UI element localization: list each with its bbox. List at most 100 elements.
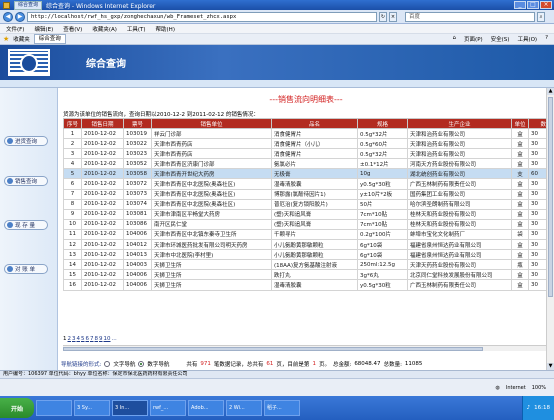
- close-icon[interactable]: ×: [540, 1, 552, 9]
- page-link[interactable]: 1: [63, 336, 67, 342]
- page-link[interactable]: 3: [72, 336, 76, 342]
- scrollbar-thumb[interactable]: [548, 97, 553, 297]
- page-link[interactable]: 8: [95, 336, 99, 342]
- table-row[interactable]: 14 2010-12-02 104003 天狮卫生所 (18AA)复方氨基酸注射液 250…: [63, 259, 554, 271]
- main-content: ---销售流向明细表--- 货源为该单位的销售流向，查询日期以2010-12-2…: [58, 88, 554, 370]
- refresh-icon[interactable]: ↻: [379, 11, 387, 22]
- maximize-icon[interactable]: □: [527, 1, 539, 9]
- table-cell: 103073: [123, 188, 152, 200]
- total-qty-label: 总数量:: [383, 362, 402, 368]
- back-icon[interactable]: ◀: [3, 11, 13, 22]
- tool-safety[interactable]: 安全(S): [491, 35, 510, 43]
- table-cell: 12: [63, 239, 82, 251]
- table-row[interactable]: 16 2010-12-02 104006 天狮卫生所 湿毒清胶囊 y0.5g*30粒 广西玉…: [63, 279, 554, 291]
- vertical-scrollbar[interactable]: ▲ ▼: [546, 88, 554, 370]
- browser-tab[interactable]: 综合查询: [33, 34, 66, 44]
- page-link[interactable]: 10: [104, 336, 111, 342]
- taskbar-item[interactable]: 2 Wi...: [226, 400, 262, 416]
- minimize-icon[interactable]: _: [514, 1, 526, 9]
- page-link[interactable]: 6: [86, 336, 90, 342]
- menu-file[interactable]: 文件(F): [6, 25, 24, 33]
- scroll-down-icon[interactable]: ▼: [547, 363, 554, 370]
- table-row[interactable]: 13 2010-12-02 104013 天津市中北医院(李村里) 小儿氨酚黄那敏颗粒 6…: [63, 249, 554, 261]
- radio-numeric-nav-label[interactable]: 数字导航: [147, 360, 169, 368]
- zoom-level[interactable]: 100%: [532, 385, 554, 391]
- table-row[interactable]: 10 2010-12-02 103086 南开区民仁堂 (塑)天和追风膏 7cm*10贴桂…: [63, 218, 554, 230]
- sidebar-item-statement[interactable]: 对 账 单: [4, 264, 48, 274]
- browser-status-bar: ◍ Internet 100%: [0, 378, 554, 396]
- search-icon[interactable]: ⌕: [537, 11, 545, 22]
- radio-text-nav[interactable]: [104, 361, 111, 367]
- stop-icon[interactable]: ×: [389, 11, 397, 22]
- favorites-bar: ★ 收藏夹 综合查询 ⌂ 页面(P) 安全(S) 工具(O) ?: [0, 34, 554, 45]
- help-icon[interactable]: ?: [545, 35, 548, 43]
- table-cell: 2010-12-02: [81, 208, 124, 220]
- table-cell: 2010-12-02: [81, 158, 124, 170]
- radio-numeric-nav[interactable]: [138, 361, 145, 367]
- page-more-link[interactable]: ...: [112, 336, 117, 342]
- radio-text-nav-label[interactable]: 文字导航: [113, 360, 135, 368]
- table-cell: 消食健胃片: [271, 127, 358, 140]
- summary-prefix: 共有: [186, 362, 198, 368]
- taskbar-item[interactable]: 稻子...: [264, 400, 300, 416]
- system-tray: ♪ 16:18: [521, 396, 554, 420]
- taskbar-item[interactable]: 3 In...: [112, 400, 148, 416]
- menu-tools[interactable]: 工具(T): [127, 25, 146, 33]
- tool-page[interactable]: 页面(P): [464, 35, 483, 43]
- table-row[interactable]: 4 2010-12-02 103052 天津市西青区济康门诊部 氨氯必片 ±0.1*12片…: [63, 158, 554, 170]
- table-cell: 10: [63, 218, 82, 230]
- page-link[interactable]: 4: [77, 336, 81, 342]
- page-link[interactable]: 7: [90, 336, 94, 342]
- table-row[interactable]: 6 2010-12-02 103072 天津市西青区中北医院(奥森社区) 湿毒清胶囊 y0…: [63, 178, 554, 190]
- table-cell: 盒: [511, 188, 529, 200]
- favorites-label[interactable]: 收藏夹: [13, 35, 30, 43]
- table-row[interactable]: 7 2010-12-02 103073 天津市西青区中北医院(奥森社区) 博那露(氯酚待…: [63, 188, 554, 200]
- table-cell: 河南天方药业股份有限公司: [407, 158, 512, 170]
- menu-favorites[interactable]: 收藏夹(A): [92, 25, 117, 33]
- table-row[interactable]: 11 2010-12-02 104006 天津市西青区中北镇东秦寺卫生所 千颗寻片 0.2…: [63, 228, 554, 241]
- table-row[interactable]: 9 2010-12-02 103081 天津市津南区平畅堂大药房 (塑)天和追风膏 7cm…: [63, 208, 554, 220]
- page-link[interactable]: 9: [99, 336, 103, 342]
- table-row[interactable]: 5 2010-12-02 103058 天津市西青开世纪大药房 无极膏 10g 湖北统创药业…: [63, 168, 554, 180]
- table-cell: 袋: [511, 228, 529, 241]
- scroll-up-icon[interactable]: ▲: [547, 88, 554, 95]
- forward-icon[interactable]: ▶: [15, 11, 25, 22]
- tool-tools[interactable]: 工具(O): [517, 35, 537, 43]
- table-row[interactable]: 1 2010-12-02 103019 祥云门诊部 消食健胃片 0.5g*32片 天津和治药…: [63, 127, 554, 140]
- start-button[interactable]: 开始: [0, 398, 34, 418]
- horizontal-scrollbar[interactable]: [63, 345, 554, 351]
- table-cell: 湿毒清胶囊: [271, 279, 358, 291]
- taskbar-item[interactable]: Adob...: [188, 400, 224, 416]
- table-row[interactable]: 3 2010-12-02 103023 天津市西青药店 消食健胃片 0.5g*32片 天津和…: [63, 148, 554, 160]
- taskbar-item[interactable]: 3 Sy...: [74, 400, 110, 416]
- page-link[interactable]: 5: [81, 336, 85, 342]
- favorites-star-icon[interactable]: ★: [3, 35, 9, 43]
- table-row[interactable]: 2 2010-12-02 103022 天津市西青药店 消食健胃片（小儿） 0.5g*60…: [63, 138, 554, 150]
- table-row[interactable]: 8 2010-12-02 103074 天津市西青区中北医院(奥森社区) 普厄治(复方锁…: [63, 198, 554, 210]
- sidebar-item-purchase-query[interactable]: 进货查询: [4, 136, 48, 146]
- home-icon[interactable]: ⌂: [453, 35, 457, 43]
- table-cell: 3g*6丸: [357, 269, 408, 281]
- table-cell: 跌打丸: [271, 269, 358, 281]
- table-row[interactable]: 12 2010-12-02 104012 天津市环城医药批发有限公司明天药房 小儿氨酚黄…: [63, 239, 554, 251]
- taskbar-item[interactable]: rwf_...: [150, 400, 186, 416]
- taskbar-item[interactable]: [36, 400, 72, 416]
- volume-icon[interactable]: ♪: [527, 405, 531, 411]
- table-cell: 广西玉林制药有限责任公司: [407, 178, 512, 190]
- page-link[interactable]: 2: [68, 336, 72, 342]
- table-cell: 104012: [123, 239, 152, 251]
- search-input[interactable]: 百度: [405, 11, 535, 22]
- table-cell: 104006: [123, 279, 152, 291]
- table-cell: 天狮卫生所: [151, 259, 272, 271]
- nav-mode-label: 导航链接的形式:: [61, 362, 102, 368]
- sidebar-item-label: 对 账 单: [15, 267, 35, 273]
- menu-view[interactable]: 查看(V): [63, 25, 82, 33]
- menu-edit[interactable]: 编辑(E): [34, 25, 53, 33]
- scrollbar-thumb[interactable]: [63, 347, 483, 351]
- sidebar-item-stock[interactable]: 现 存 量: [4, 220, 48, 230]
- address-input[interactable]: http://localhost/rwf_hs_gxp/zonghechaxun…: [27, 11, 377, 22]
- sidebar-item-sales-query[interactable]: 销售查询: [4, 176, 48, 186]
- menu-help[interactable]: 帮助(H): [156, 25, 175, 33]
- table-cell: 天津市西青药店: [151, 138, 272, 150]
- table-row[interactable]: 15 2010-12-02 104006 天狮卫生所 跌打丸 3g*6丸 北京同仁堂科技发展…: [63, 269, 554, 281]
